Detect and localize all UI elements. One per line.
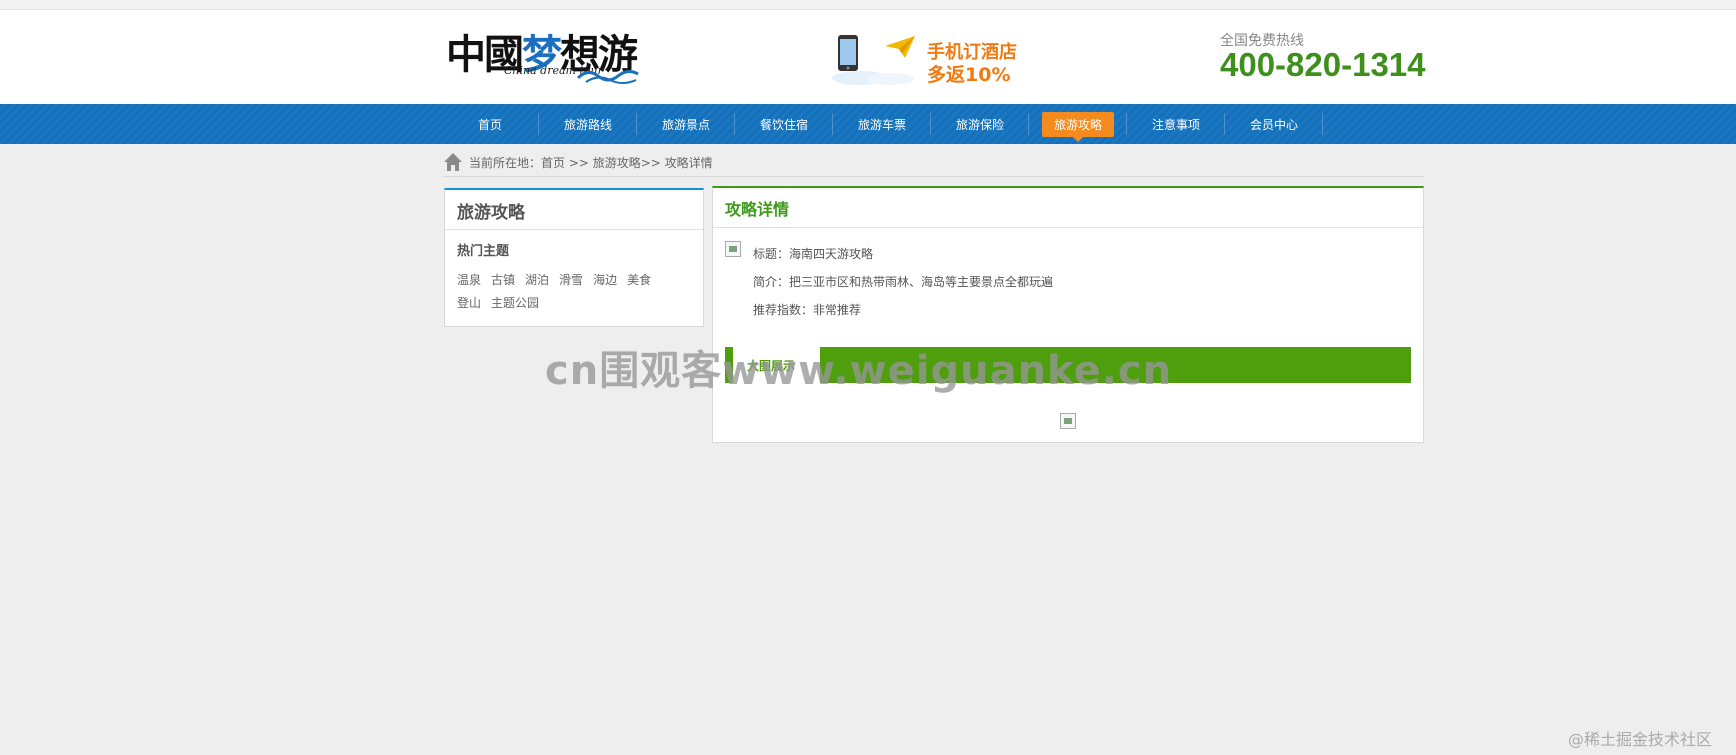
nav-item-home[interactable]: 首页 bbox=[441, 104, 539, 144]
tag-link[interactable]: 美食 bbox=[627, 269, 651, 292]
guide-rating: 推荐指数：非常推荐 bbox=[753, 303, 862, 317]
credit-text: @稀土掘金技术社区 bbox=[1568, 730, 1713, 749]
sidebar-panel: 旅游攻略 热门主题 温泉 古镇 湖泊 滑雪 海边 美食 登山 主题公园 bbox=[444, 188, 704, 327]
nav-item-insurance[interactable]: 旅游保险 bbox=[931, 104, 1029, 144]
paper-plane-icon bbox=[885, 36, 915, 58]
site-logo[interactable]: 中國梦想游 China dream tour bbox=[446, 22, 646, 86]
nav-item-tickets[interactable]: 旅游车票 bbox=[833, 104, 931, 144]
breadcrumb: 当前所在地：首页 >> 旅游攻略>> 攻略详情 bbox=[443, 150, 1424, 177]
guide-title: 标题：海南四天游攻略 bbox=[753, 247, 874, 261]
home-icon bbox=[444, 153, 462, 171]
guide-description: 简介：把三亚市区和热带雨林、海岛等主要景点全都玩遍 bbox=[753, 275, 1054, 289]
mobile-hotel-promo[interactable]: 手机订酒店 多返10% bbox=[830, 32, 1030, 92]
hot-topics-title: 热门主题 bbox=[457, 244, 510, 259]
hotline-number: 400-820-1314 bbox=[1220, 46, 1426, 83]
nav-item-attractions[interactable]: 旅游景点 bbox=[637, 104, 735, 144]
tag-link[interactable]: 登山 bbox=[457, 292, 481, 315]
tag-link[interactable]: 主题公园 bbox=[491, 292, 539, 315]
guide-detail-panel: 攻略详情 标题：海南四天游攻略 简介：把三亚市区和热带雨林、海岛等主要景点全都玩… bbox=[712, 186, 1424, 443]
wave-icon bbox=[576, 69, 639, 84]
phone-icon bbox=[838, 35, 858, 71]
watermark-text: cn围观客www.weiguanke.cn bbox=[545, 348, 1173, 394]
panel-title: 攻略详情 bbox=[713, 188, 1423, 228]
nav-item-routes[interactable]: 旅游路线 bbox=[539, 104, 637, 144]
topic-tags: 温泉 古镇 湖泊 滑雪 海边 美食 登山 主题公园 bbox=[457, 269, 693, 315]
tag-link[interactable]: 古镇 bbox=[491, 269, 515, 292]
breadcrumb-text[interactable]: 当前所在地：首页 >> 旅游攻略>> 攻略详情 bbox=[469, 154, 713, 171]
guide-thumbnail bbox=[725, 241, 741, 257]
cloud-icon bbox=[832, 71, 914, 85]
top-bar bbox=[0, 0, 1736, 10]
nav-item-member-center[interactable]: 会员中心 bbox=[1225, 104, 1323, 144]
nav-item-dining-lodging[interactable]: 餐饮住宿 bbox=[735, 104, 833, 144]
nav-item-notices[interactable]: 注意事项 bbox=[1127, 104, 1225, 144]
tag-link[interactable]: 滑雪 bbox=[559, 269, 583, 292]
nav-item-guides[interactable]: 旅游攻略 bbox=[1029, 104, 1127, 144]
promo-line-2: 多返10% bbox=[927, 64, 1011, 86]
tag-link[interactable]: 海边 bbox=[593, 269, 617, 292]
tag-link[interactable]: 湖泊 bbox=[525, 269, 549, 292]
tag-link[interactable]: 温泉 bbox=[457, 269, 481, 292]
main-image-placeholder bbox=[1060, 413, 1076, 429]
site-header: 中國梦想游 China dream tour 手机订酒店 多返10% 全国免费热… bbox=[0, 10, 1736, 104]
sidebar-title: 旅游攻略 bbox=[445, 190, 703, 230]
main-nav: 首页 旅游路线 旅游景点 餐饮住宿 旅游车票 旅游保险 旅游攻略 注意事项 会员… bbox=[0, 104, 1736, 144]
